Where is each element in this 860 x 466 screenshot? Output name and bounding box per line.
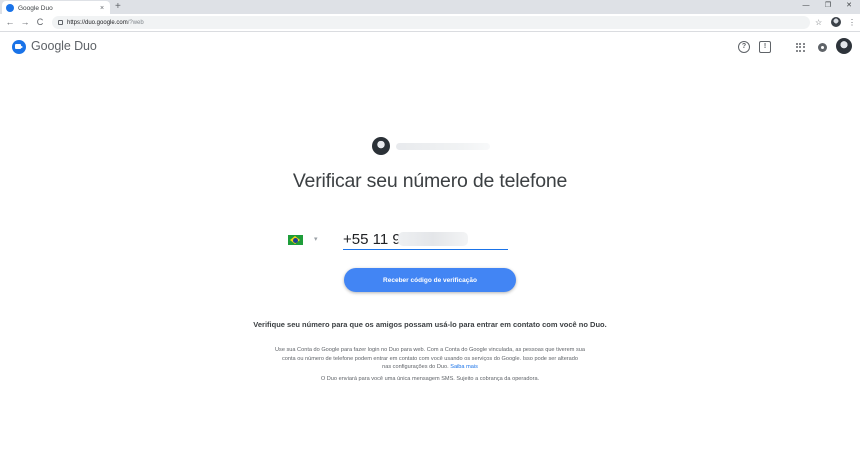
app-header: Google Duo ? ! <box>0 32 860 62</box>
account-avatar[interactable] <box>836 38 852 54</box>
close-window-button[interactable]: ✕ <box>843 1 855 11</box>
send-verification-code-button[interactable]: Receber código de verificação <box>344 268 516 292</box>
google-apps-grid-icon[interactable] <box>794 41 806 53</box>
learn-more-link[interactable]: Saiba mais <box>450 364 478 370</box>
address-bar[interactable]: https://duo.google.com/?web <box>52 16 810 29</box>
browser-toolbar: ← → C https://duo.google.com/?web ☆ ⋮ <box>0 14 860 32</box>
verification-info-heading: Verifique seu número para que os amigos … <box>253 320 607 329</box>
lock-icon <box>58 20 63 25</box>
reload-icon[interactable]: C <box>34 16 46 28</box>
gear-icon[interactable] <box>818 43 827 52</box>
restore-window-button[interactable]: ❐ <box>822 1 834 11</box>
account-info-line-2: conta ou número de telefone podem entrar… <box>281 355 579 362</box>
sms-charge-note: O Duo enviará para você uma única mensag… <box>320 376 540 382</box>
signed-in-account <box>372 137 490 155</box>
back-arrow-icon[interactable]: ← <box>4 16 16 28</box>
brazil-flag-icon <box>288 235 303 245</box>
feedback-icon[interactable]: ! <box>759 41 771 53</box>
chevron-down-icon: ▾ <box>314 236 318 243</box>
browser-tab[interactable]: Google Duo × <box>2 1 110 15</box>
browser-menu-icon[interactable]: ⋮ <box>848 17 856 28</box>
bookmark-star-icon[interactable]: ☆ <box>815 17 822 28</box>
country-selector[interactable]: ▾ <box>288 234 324 246</box>
phone-number-field[interactable] <box>343 228 508 250</box>
url-text: https://duo.google.com/?web <box>67 19 144 26</box>
minimize-window-button[interactable]: — <box>800 1 812 11</box>
phone-number-input[interactable] <box>343 231 403 248</box>
duo-logo-icon <box>12 40 26 54</box>
help-icon[interactable]: ? <box>738 41 750 53</box>
browser-tab-strip: Google Duo × + — ❐ ✕ <box>0 0 860 15</box>
forward-arrow-icon[interactable]: → <box>19 16 31 28</box>
new-tab-button[interactable]: + <box>115 1 121 13</box>
browser-profile-avatar[interactable] <box>831 17 841 27</box>
app-name: Google Duo <box>31 39 97 53</box>
user-avatar <box>372 137 390 155</box>
redacted-phone-digits <box>398 232 468 246</box>
account-info-line-3: nas configurações do Duo. <box>382 364 449 371</box>
duo-favicon-icon <box>6 4 14 12</box>
tab-close-icon[interactable]: × <box>98 5 106 12</box>
account-info-line-1: Use sua Conta do Google para fazer login… <box>274 347 586 353</box>
tab-title: Google Duo <box>18 4 53 12</box>
page-title: Verificar seu número de telefone <box>292 170 568 192</box>
redacted-account-email <box>396 143 490 150</box>
account-info-text: Use sua Conta do Google para fazer login… <box>0 346 860 372</box>
